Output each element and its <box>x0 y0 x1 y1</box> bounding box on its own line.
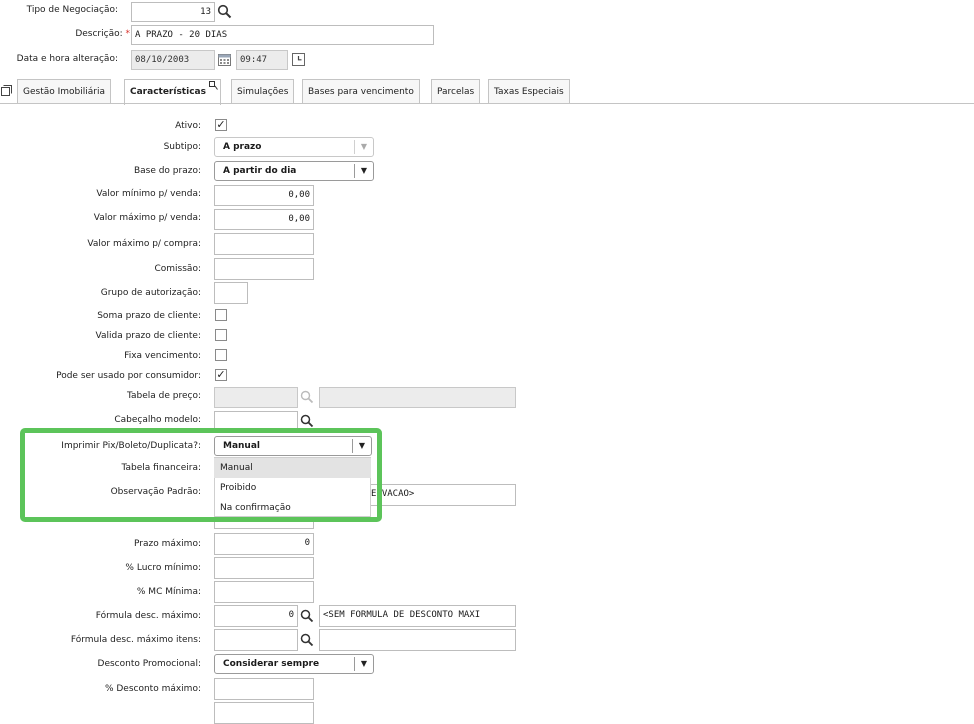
chevron-down-icon: ▼ <box>354 657 373 671</box>
formula-desc-max-label: Fórmula desc. máximo: <box>95 611 201 621</box>
valor-max-venda-input[interactable]: 0,00 <box>214 209 314 230</box>
pode-consumidor-label: Pode ser usado por consumidor: <box>56 371 201 381</box>
grupo-autorizacao-input[interactable] <box>214 282 248 304</box>
subtipo-value: A prazo <box>223 142 262 152</box>
comissao-label: Comissão: <box>154 264 202 274</box>
tab-parcelas[interactable]: Parcelas <box>431 79 481 103</box>
valor-min-venda-label: Valor mínimo p/ venda: <box>96 189 201 199</box>
subtipo-select[interactable]: A prazo ▼ <box>214 137 374 157</box>
magnifier-icon[interactable] <box>300 633 314 647</box>
lucro-minimo-input[interactable] <box>214 557 314 579</box>
desconto-maximo-input[interactable] <box>214 678 314 700</box>
fixa-vencimento-checkbox[interactable] <box>215 349 227 361</box>
magnifier-icon[interactable] <box>300 414 314 428</box>
valor-max-venda-label: Valor máximo p/ venda: <box>93 213 201 223</box>
fixa-vencimento-label: Fixa vencimento: <box>124 351 201 361</box>
ativo-label: Ativo: <box>175 121 201 131</box>
valor-min-venda-input[interactable]: 0,00 <box>214 185 314 206</box>
magnifier-icon <box>300 390 314 404</box>
tabela-preco-input[interactable] <box>214 387 298 408</box>
prazo-maximo-input[interactable]: 0 <box>214 533 314 555</box>
tab-simulacoes[interactable]: Simulações <box>231 79 295 103</box>
tab-bases-vencimento[interactable]: Bases para vencimento <box>302 79 420 103</box>
base-prazo-value: A partir do dia <box>223 166 297 176</box>
tab-gestao-imobiliaria[interactable]: Gestão Imobiliária <box>17 79 111 103</box>
tab-caracteristicas-label: Características <box>130 87 206 97</box>
soma-prazo-label: Soma prazo de cliente: <box>97 311 201 321</box>
tab-taxas-especiais[interactable]: Taxas Especiais <box>488 79 570 103</box>
desconto-promocional-label: Desconto Promocional: <box>97 659 201 669</box>
clock-icon[interactable] <box>292 53 305 66</box>
highlight-box <box>20 428 382 522</box>
valor-max-compra-input[interactable] <box>214 233 314 255</box>
observacao-desc: ERVACAO> <box>362 484 516 506</box>
formula-desc-max-itens-label: Fórmula desc. máximo itens: <box>70 635 201 645</box>
subtipo-label: Subtipo: <box>163 142 201 152</box>
grupo-autorizacao-label: Grupo de autorização: <box>100 288 201 298</box>
tab-menu-icon[interactable] <box>208 81 218 90</box>
desconto-maximo-label: % Desconto máximo: <box>104 684 201 694</box>
ativo-checkbox[interactable]: ✓ <box>215 119 227 131</box>
prazo-maximo-label: Prazo máximo: <box>134 539 201 549</box>
desconto-promocional-select[interactable]: Considerar sempre ▼ <box>214 654 374 674</box>
data-alteracao-label: Data e hora alteração: <box>16 54 118 64</box>
tabela-preco-desc <box>319 387 516 408</box>
descricao-input[interactable]: A PRAZO - 20 DIAS <box>131 25 434 45</box>
tab-caracteristicas[interactable]: Características <box>124 79 221 105</box>
soma-prazo-checkbox[interactable] <box>215 309 227 321</box>
base-prazo-label: Base do prazo: <box>133 166 201 176</box>
required-mark: * <box>125 29 131 39</box>
tabela-preco-label: Tabela de preço: <box>127 391 201 401</box>
tipo-negociacao-label: Tipo de Negociação: <box>26 5 118 15</box>
comissao-input[interactable] <box>214 258 314 280</box>
formula-desc-max-itens-desc <box>319 629 516 651</box>
tab-bar-divider <box>0 103 974 104</box>
cabecalho-modelo-label: Cabeçalho modelo: <box>114 415 201 425</box>
valida-prazo-checkbox[interactable] <box>215 329 227 341</box>
chevron-down-icon: ▼ <box>354 140 373 154</box>
magnifier-icon[interactable] <box>300 609 314 623</box>
valor-max-compra-label: Valor máximo p/ compra: <box>87 239 201 249</box>
tipo-negociacao-input[interactable]: 13 <box>131 2 215 22</box>
window-icon[interactable] <box>1 85 12 96</box>
desconto-promocional-value: Considerar sempre <box>223 659 320 669</box>
mc-minima-input[interactable] <box>214 581 314 603</box>
formula-desc-max-desc: <SEM FORMULA DE DESCONTO MAXI <box>319 605 516 627</box>
chevron-down-icon: ▼ <box>354 164 373 178</box>
next-field-input[interactable] <box>214 702 314 724</box>
formula-desc-max-input[interactable]: 0 <box>214 605 298 627</box>
base-prazo-select[interactable]: A partir do dia ▼ <box>214 161 374 181</box>
mc-minima-label: % MC Mínima: <box>136 587 201 597</box>
magnifier-icon[interactable] <box>217 4 232 19</box>
valida-prazo-label: Valida prazo de cliente: <box>95 331 201 341</box>
pode-consumidor-checkbox[interactable]: ✓ <box>215 369 227 381</box>
formula-desc-max-itens-input[interactable] <box>214 629 298 651</box>
lucro-minimo-label: % Lucro mínimo: <box>125 563 201 573</box>
time-field[interactable]: 09:47 <box>236 50 288 70</box>
descricao-label: Descrição: * <box>75 29 131 39</box>
date-field[interactable]: 08/10/2003 <box>131 50 215 70</box>
calendar-icon[interactable] <box>218 53 231 66</box>
